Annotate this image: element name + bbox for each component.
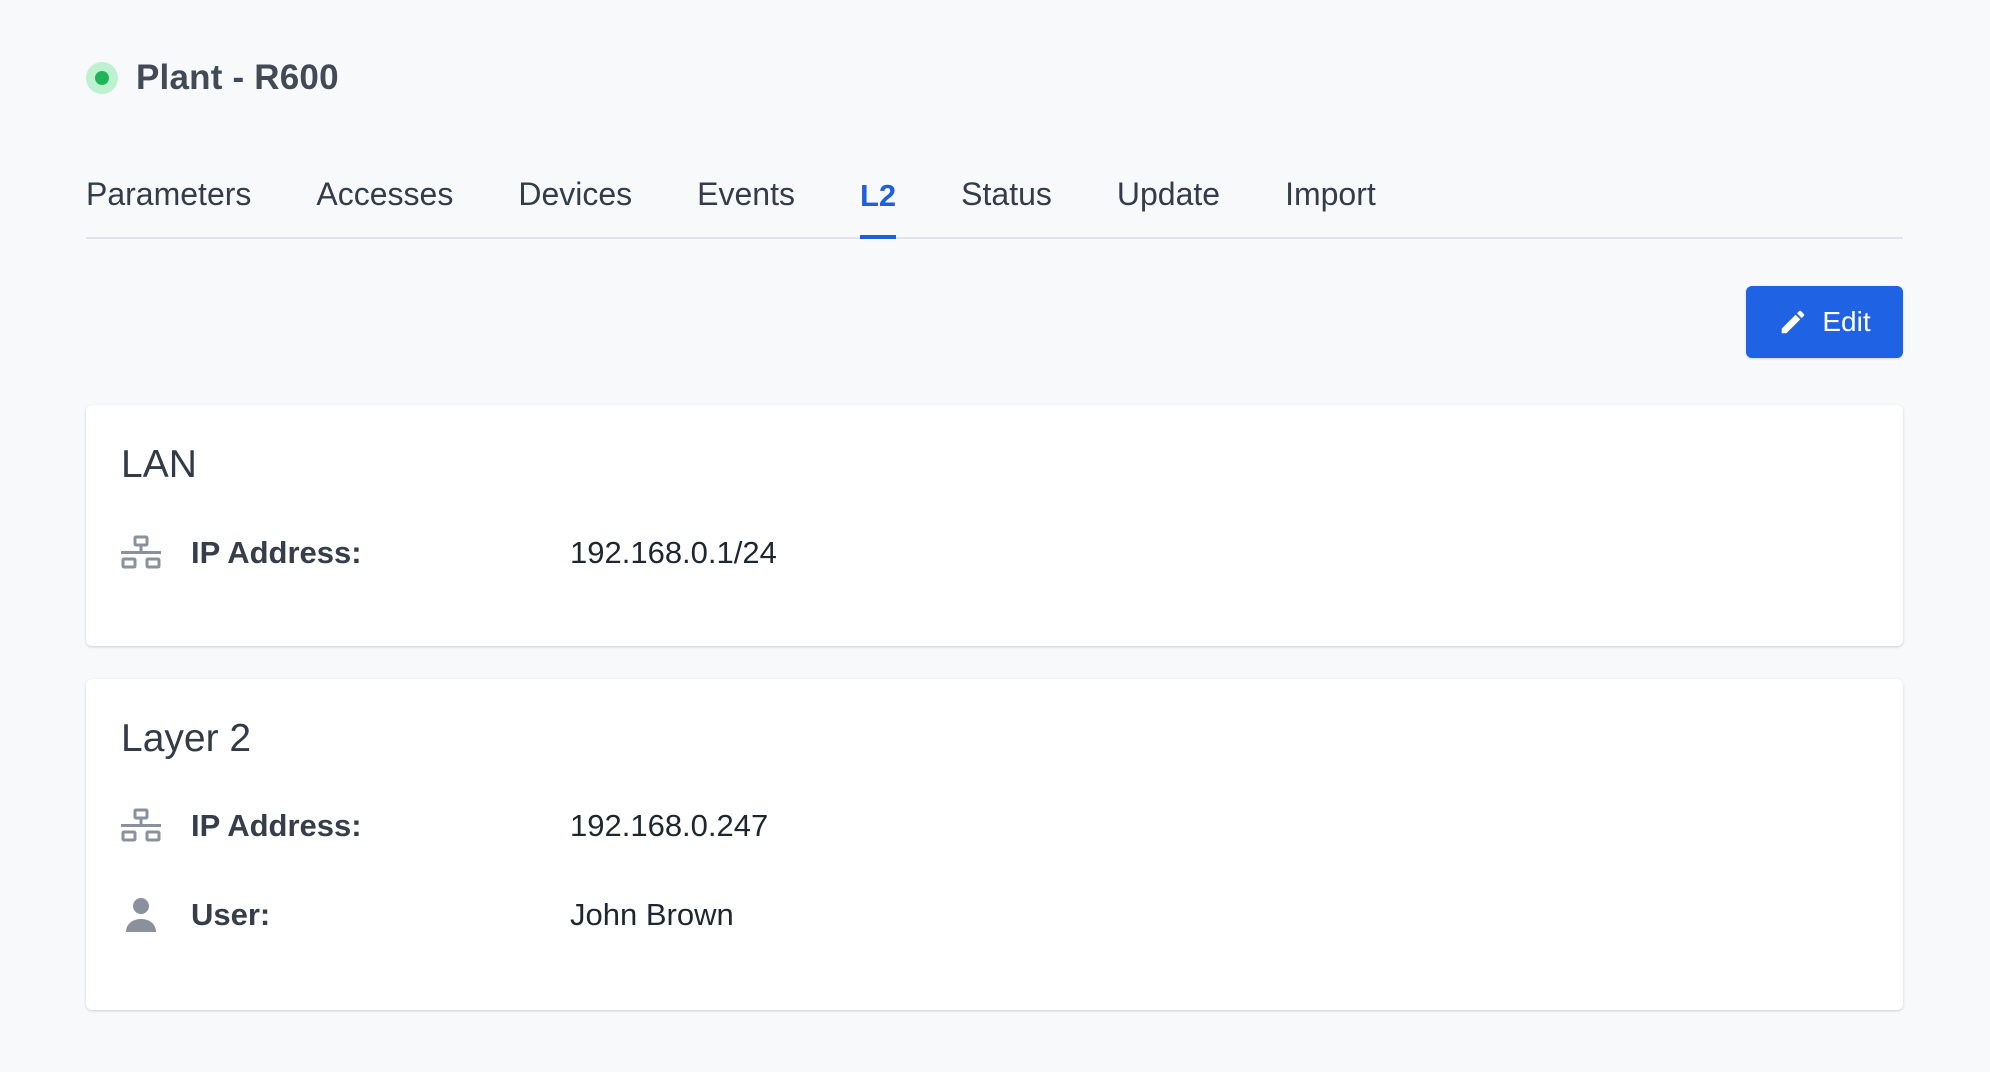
tab-import[interactable]: Import bbox=[1285, 168, 1376, 237]
lan-card-title: LAN bbox=[121, 443, 197, 486]
layer2-ip-row: IP Address: 192.168.0.247 bbox=[121, 801, 768, 851]
network-icon bbox=[121, 533, 161, 573]
status-dot-inner bbox=[95, 71, 109, 85]
layer2-user-row: User: John Brown bbox=[121, 890, 734, 940]
page-title: Plant - R600 bbox=[136, 58, 339, 97]
lan-ip-value: 192.168.0.1/24 bbox=[570, 535, 777, 570]
lan-ip-label: IP Address: bbox=[191, 535, 362, 570]
layer2-ip-value: 192.168.0.247 bbox=[570, 808, 769, 843]
network-icon bbox=[121, 806, 161, 846]
tab-status[interactable]: Status bbox=[961, 168, 1052, 237]
tab-update[interactable]: Update bbox=[1117, 168, 1220, 237]
layer2-card-title: Layer 2 bbox=[121, 717, 252, 760]
tab-parameters[interactable]: Parameters bbox=[86, 168, 251, 237]
lan-ip-row: IP Address: 192.168.0.1/24 bbox=[121, 528, 777, 578]
tab-accesses[interactable]: Accesses bbox=[316, 168, 453, 237]
status-online-icon bbox=[86, 62, 118, 94]
lan-card: LAN IP Address: 192.168.0.1/24 bbox=[86, 405, 1903, 646]
tab-l2[interactable]: L2 bbox=[859, 168, 897, 239]
layer2-user-label: User: bbox=[191, 897, 271, 932]
edit-button[interactable]: Edit bbox=[1746, 286, 1903, 358]
layer2-ip-label: IP Address: bbox=[191, 808, 362, 843]
user-icon bbox=[121, 895, 161, 935]
pencil-icon bbox=[1782, 310, 1805, 334]
tab-events[interactable]: Events bbox=[697, 168, 795, 237]
tab-devices[interactable]: Devices bbox=[518, 168, 632, 237]
tab-bar: Parameters Accesses Devices Events L2 St… bbox=[86, 168, 1903, 239]
edit-button-label: Edit bbox=[1822, 306, 1871, 337]
layer2-user-value: John Brown bbox=[570, 897, 734, 932]
page-header: Plant - R600 bbox=[86, 56, 339, 100]
layer2-card: Layer 2 IP Address: 192.168.0.247 User: … bbox=[86, 679, 1903, 1010]
